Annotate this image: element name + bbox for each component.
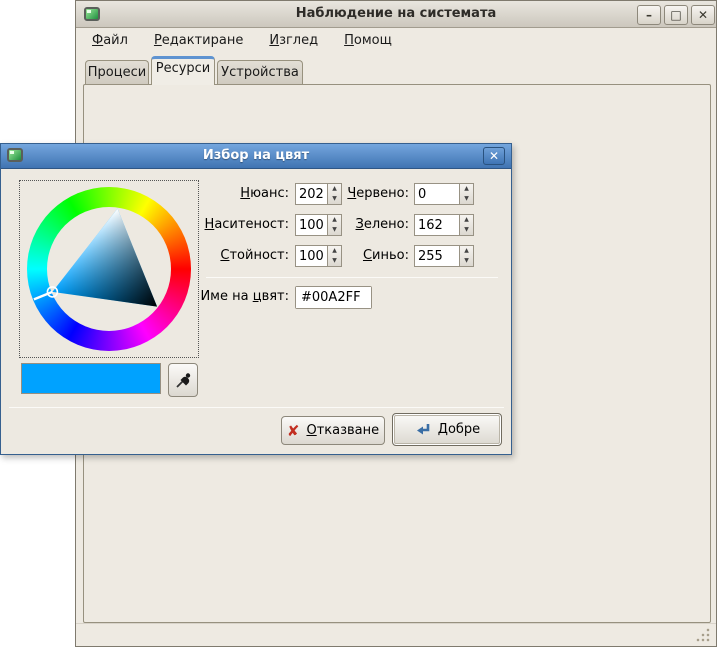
- dialog-close-button[interactable]: ✕: [483, 147, 505, 165]
- ok-enter-icon: [414, 422, 431, 437]
- fields-separator: [206, 277, 498, 278]
- color-name-input[interactable]: [296, 287, 371, 308]
- main-titlebar[interactable]: Наблюдение на системата – □ ✕: [76, 1, 716, 28]
- menu-file[interactable]: Файл: [92, 33, 128, 48]
- tab-devices[interactable]: Устройства: [217, 60, 303, 85]
- red-input[interactable]: [415, 184, 459, 204]
- window-title: Наблюдение на системата: [76, 6, 716, 21]
- dialog-titlebar[interactable]: Избор на цвят ✕: [1, 144, 511, 169]
- red-spin-arrows[interactable]: ▲▼: [459, 184, 473, 204]
- tab-processes[interactable]: Процеси: [85, 60, 149, 85]
- minimize-button[interactable]: –: [637, 5, 661, 25]
- blue-spin-arrows[interactable]: ▲▼: [459, 246, 473, 266]
- statusbar: [76, 623, 716, 646]
- red-spinbox[interactable]: ▲▼: [414, 183, 474, 205]
- action-separator: [9, 407, 504, 408]
- close-button[interactable]: ✕: [691, 5, 715, 25]
- menu-view[interactable]: Изглед: [269, 33, 318, 48]
- hsv-triangle[interactable]: [27, 187, 191, 351]
- eyedropper-icon: [174, 371, 192, 389]
- green-spin-arrows[interactable]: ▲▼: [459, 215, 473, 235]
- dialog-title: Избор на цвят: [1, 148, 511, 163]
- green-input[interactable]: [415, 215, 459, 235]
- screen: Наблюдение на системата – □ ✕ Файл Редак…: [0, 0, 717, 647]
- green-label: Зелено:: [259, 214, 409, 236]
- resize-grip[interactable]: [696, 628, 711, 642]
- color-picker-dialog: Избор на цвят ✕: [0, 143, 512, 455]
- cancel-button[interactable]: ✘ Отказване: [281, 416, 385, 445]
- maximize-button[interactable]: □: [664, 5, 688, 25]
- eyedropper-button[interactable]: [168, 363, 198, 397]
- red-label: Червено:: [259, 183, 409, 205]
- menu-help[interactable]: Помощ: [344, 33, 392, 48]
- selected-color-swatch: [21, 363, 161, 394]
- blue-input[interactable]: [415, 246, 459, 266]
- color-name-entry[interactable]: [295, 286, 372, 309]
- ok-button[interactable]: Добре: [392, 413, 502, 446]
- blue-label: Синьо:: [259, 245, 409, 267]
- tab-resources[interactable]: Ресурси: [151, 56, 215, 85]
- green-spinbox[interactable]: ▲▼: [414, 214, 474, 236]
- cancel-x-icon: ✘: [287, 424, 300, 438]
- blue-spinbox[interactable]: ▲▼: [414, 245, 474, 267]
- menu-edit[interactable]: Редактиране: [154, 33, 243, 48]
- color-wheel-area[interactable]: [19, 180, 199, 358]
- menubar: Файл Редактиране Изглед Помощ: [76, 29, 716, 51]
